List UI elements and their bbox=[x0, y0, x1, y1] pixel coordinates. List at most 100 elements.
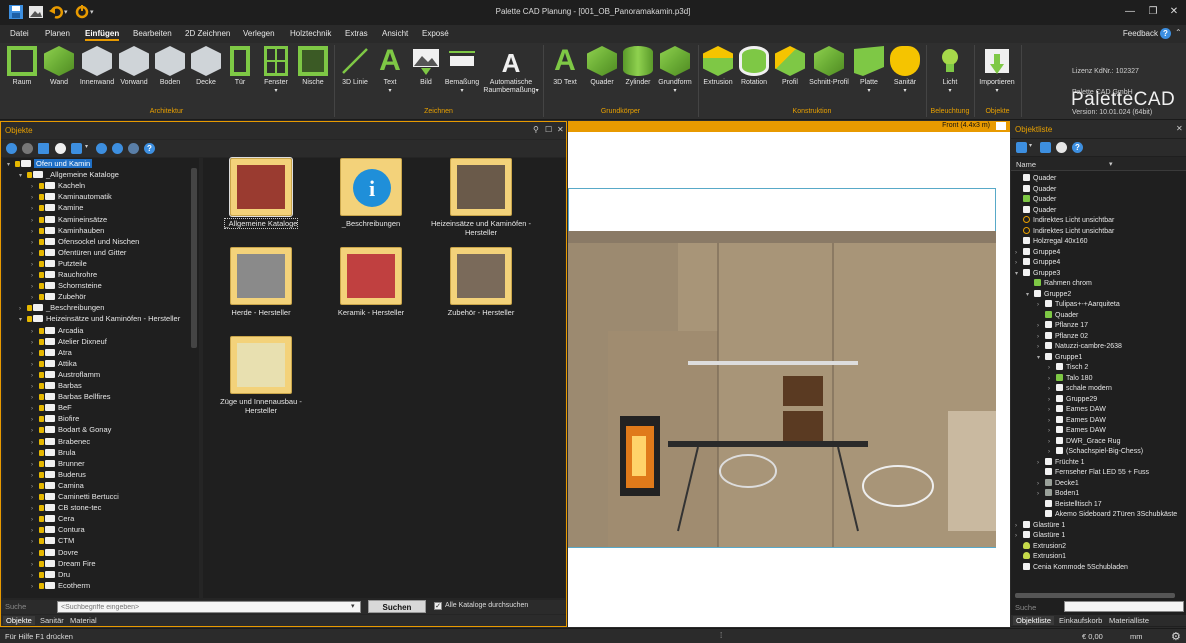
chevron-right-icon[interactable]: › bbox=[1048, 384, 1056, 394]
list-item[interactable]: ▾ Gruppe1 bbox=[1037, 352, 1082, 363]
tree-item[interactable]: › Ecotherm bbox=[31, 580, 90, 591]
feedback-link[interactable]: Feedback bbox=[1123, 29, 1158, 38]
tab-materialliste[interactable]: Materialliste bbox=[1106, 616, 1152, 625]
tree-item[interactable]: › Rauchrohre bbox=[31, 269, 97, 280]
tree-item[interactable]: › Putzteile bbox=[31, 258, 87, 269]
home-icon[interactable] bbox=[38, 143, 49, 154]
gallery-item[interactable]: Zubehör - Hersteller bbox=[426, 247, 536, 317]
chevron-down-icon[interactable]: ▾ bbox=[19, 171, 27, 182]
list-item[interactable]: › (Schachspiel-Big-Chess) bbox=[1048, 447, 1143, 457]
horizontal-scrollbar[interactable] bbox=[1015, 593, 1175, 598]
menu-extras[interactable]: Extras bbox=[345, 29, 368, 38]
tab-einkaufskorb[interactable]: Einkaufskorb bbox=[1056, 616, 1105, 625]
tuer-button[interactable]: Tür bbox=[226, 46, 254, 87]
innenwand-button[interactable]: Innenwand bbox=[78, 46, 116, 87]
chevron-down-icon[interactable]: ▾ bbox=[1015, 269, 1023, 279]
tree-item[interactable]: › Arcadia bbox=[31, 325, 83, 336]
menu-ansicht[interactable]: Ansicht bbox=[382, 29, 408, 38]
ribbon-collapse-icon[interactable]: ⌃ bbox=[1175, 28, 1182, 37]
bemassung-button[interactable]: Bemaßung ▾ bbox=[444, 46, 480, 95]
chevron-right-icon[interactable]: › bbox=[1048, 426, 1056, 436]
gallery-item[interactable]: Züge und Innenausbau - Hersteller bbox=[206, 336, 316, 415]
list-item[interactable]: › Gruppe4 bbox=[1015, 258, 1060, 268]
tree-item[interactable]: ▾ Ofen und Kamin bbox=[7, 158, 93, 171]
chevron-right-icon[interactable]: › bbox=[31, 582, 39, 593]
minimize-icon[interactable]: — bbox=[1120, 3, 1140, 21]
chevron-down-icon[interactable]: ▾ bbox=[19, 315, 27, 326]
list-item[interactable]: › Glastüre 1 bbox=[1015, 520, 1065, 531]
profil-button[interactable]: Profil bbox=[773, 46, 807, 87]
refresh-icon[interactable] bbox=[1056, 142, 1067, 153]
list-item[interactable]: Rahmen chrom bbox=[1026, 279, 1092, 289]
licht-button[interactable]: Licht ▾ bbox=[933, 46, 967, 95]
tree-item[interactable]: › Dru bbox=[31, 569, 70, 580]
tree-item[interactable]: › BeF bbox=[31, 402, 72, 413]
search-dropdown-icon[interactable]: ▾ bbox=[351, 602, 355, 610]
tab-objekte[interactable]: Objekte bbox=[3, 616, 35, 625]
tree-item[interactable]: › Cera bbox=[31, 513, 74, 524]
menu-2d-zeichnen[interactable]: 2D Zeichnen bbox=[185, 29, 230, 38]
menu-holztechnik[interactable]: Holztechnik bbox=[290, 29, 331, 38]
list-item[interactable]: Quader bbox=[1037, 310, 1078, 321]
list-item[interactable]: ▾ Gruppe3 bbox=[1015, 268, 1060, 279]
tree-item[interactable]: › Atelier Dixneuf bbox=[31, 336, 107, 347]
platte-button[interactable]: Platte ▾ bbox=[852, 46, 886, 95]
chevron-down-icon[interactable]: ▾ bbox=[1026, 290, 1034, 300]
tab-material[interactable]: Material bbox=[67, 616, 100, 625]
chevron-right-icon[interactable]: › bbox=[1048, 447, 1056, 457]
list-item[interactable]: › Talo 180 bbox=[1048, 373, 1092, 384]
list-item[interactable]: › Natuzzi-cambre-2638 bbox=[1037, 342, 1122, 352]
raumbemassung-button[interactable]: A Automatische Raumbemaßung▾ bbox=[482, 46, 540, 95]
view-settings-icon[interactable] bbox=[996, 122, 1006, 130]
3d-text-button[interactable]: A 3D Text bbox=[548, 46, 582, 87]
tree-item[interactable]: › Barbas bbox=[31, 380, 82, 391]
chevron-right-icon[interactable]: › bbox=[1037, 321, 1045, 331]
chevron-right-icon[interactable]: › bbox=[1048, 437, 1056, 447]
list-item[interactable]: › Eames DAW bbox=[1048, 415, 1106, 426]
tab-objektliste[interactable]: Objektliste bbox=[1013, 616, 1055, 625]
tree-item[interactable]: › Brunner bbox=[31, 458, 85, 469]
remove-icon[interactable] bbox=[112, 143, 123, 154]
tab-sanitaer[interactable]: Sanitär bbox=[37, 616, 67, 625]
maximize-icon[interactable]: ☐ bbox=[545, 125, 552, 134]
tree-item[interactable]: › Biofire bbox=[31, 413, 79, 424]
chevron-right-icon[interactable]: › bbox=[1048, 405, 1056, 415]
objektliste-column-header[interactable]: Name ▾ bbox=[1011, 157, 1186, 171]
chevron-right-icon[interactable]: › bbox=[1037, 342, 1045, 352]
objektliste-search-input[interactable] bbox=[1064, 601, 1184, 612]
list-item[interactable]: Indirektes Licht unsichtbar bbox=[1015, 216, 1114, 226]
menu-expose[interactable]: Exposé bbox=[422, 29, 449, 38]
list-item[interactable]: Quader bbox=[1015, 195, 1056, 205]
view-mode-icon[interactable] bbox=[1016, 142, 1027, 153]
chevron-down-icon[interactable]: ▾ bbox=[7, 160, 15, 171]
tree-item[interactable]: › CB stone-tec bbox=[31, 502, 101, 513]
add-icon[interactable] bbox=[96, 143, 107, 154]
close-icon[interactable]: ✕ bbox=[557, 125, 564, 134]
tree-item[interactable]: › Attika bbox=[31, 358, 77, 369]
importieren-button[interactable]: Importieren ▾ bbox=[976, 46, 1018, 95]
maximize-icon[interactable]: ❐ bbox=[1143, 3, 1163, 21]
list-item[interactable]: Akemo Sideboard 2Türen 3Schubkäste bbox=[1037, 510, 1177, 520]
help-icon[interactable]: ? bbox=[1160, 28, 1171, 39]
list-item[interactable]: › Gruppe4 bbox=[1015, 247, 1060, 258]
chevron-right-icon[interactable]: › bbox=[1048, 374, 1056, 384]
view-mode-dropdown-icon[interactable]: ▾ bbox=[1029, 142, 1040, 153]
tree-item[interactable]: › Buderus bbox=[31, 469, 86, 480]
list-item[interactable]: Extrusion2 bbox=[1015, 541, 1066, 552]
tree-item[interactable]: › Zubehör bbox=[31, 291, 86, 302]
extrusion-button[interactable]: Extrusion bbox=[701, 46, 735, 87]
menu-bearbeiten[interactable]: Bearbeiten bbox=[133, 29, 172, 38]
list-item[interactable]: Quader bbox=[1015, 174, 1056, 184]
chevron-right-icon[interactable]: › bbox=[1048, 363, 1056, 373]
3d-linie-button[interactable]: 3D Linie bbox=[339, 46, 371, 87]
menu-verlegen[interactable]: Verlegen bbox=[243, 29, 275, 38]
list-item[interactable]: › Decke1 bbox=[1037, 478, 1079, 489]
list-item[interactable]: › Boden1 bbox=[1037, 489, 1079, 499]
gallery-item[interactable]: i _Beschreibungen bbox=[316, 158, 426, 228]
all-catalogs-checkbox[interactable]: ✓ Alle Kataloge durchsuchen bbox=[434, 602, 528, 610]
raum-button[interactable]: Raum bbox=[6, 46, 38, 87]
chevron-right-icon[interactable]: › bbox=[1037, 300, 1045, 310]
text-button[interactable]: A Text ▾ bbox=[374, 46, 406, 95]
list-item[interactable]: Cenia Kommode 5Schubladen bbox=[1015, 562, 1128, 573]
list-item[interactable]: Quader bbox=[1015, 205, 1056, 216]
